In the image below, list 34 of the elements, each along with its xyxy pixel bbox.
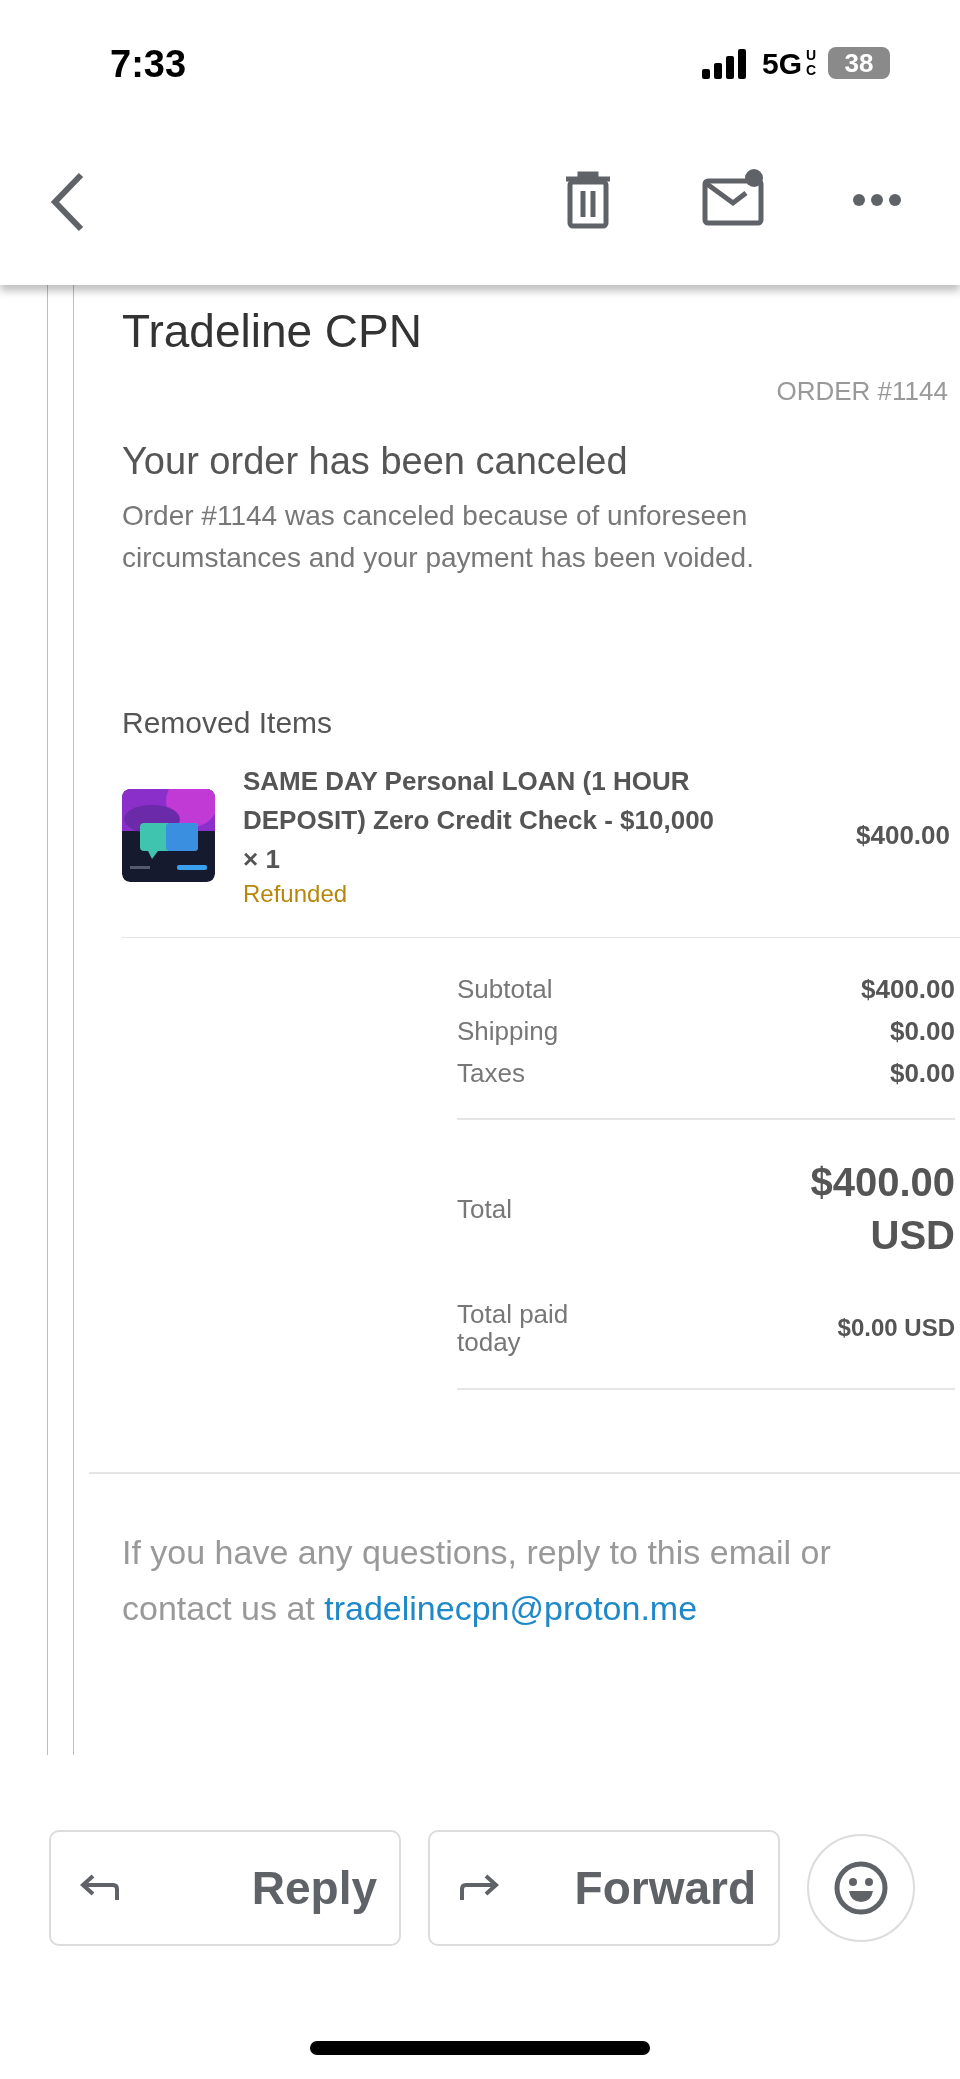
network-suffix: UC <box>806 48 818 78</box>
forward-button[interactable]: Forward <box>428 1830 780 1946</box>
summary-value: $0.00 <box>889 1056 955 1090</box>
mail-unread-icon[interactable] <box>702 169 764 227</box>
summary-label: Taxes <box>457 1056 525 1090</box>
status-time: 7:33 <box>110 42 187 87</box>
reply-button[interactable]: Reply <box>49 1830 401 1946</box>
total-paid-value: $0.00 USD <box>837 1313 955 1343</box>
item-price: $400.00 <box>856 819 950 852</box>
order-number: ORDER #1144 <box>776 375 948 407</box>
summary-value: $400.00 <box>861 972 955 1006</box>
store-name: Tradeline CPN <box>122 304 422 359</box>
forward-icon <box>458 1873 500 1903</box>
item-title: SAME DAY Personal LOAN (1 HOUR DEPOSIT) Zero Credit Check - $10,000 × 1 <box>243 765 716 876</box>
total-amount: $400.00 USD <box>809 1159 955 1259</box>
item-status: Refunded <box>243 879 348 909</box>
removed-items-heading: Removed Items <box>122 705 333 741</box>
email-link[interactable]: tradelinecpn@proton.me <box>324 1589 698 1627</box>
more-icon[interactable] <box>852 193 902 207</box>
cancel-message: Order #1144 was canceled because of unforeseen circumstances and your payment has been voided. <box>122 499 755 575</box>
total-label: Total <box>457 1192 512 1226</box>
battery-icon: 38 <box>828 47 890 79</box>
footer-text: If you have any questions, reply to this email or contact us at tradelinecpn@proton.me <box>122 1532 832 1629</box>
emoji-button[interactable] <box>807 1834 915 1942</box>
smiley-icon <box>833 1860 889 1916</box>
summary-label: Shipping <box>457 1014 559 1048</box>
network-label: 5G <box>762 46 803 82</box>
summary-label: Subtotal <box>457 972 553 1006</box>
total-paid-label: Total paid today <box>457 1300 570 1356</box>
trash-icon[interactable] <box>564 171 612 229</box>
order-heading: Your order has been canceled <box>122 439 628 484</box>
back-icon[interactable] <box>50 172 84 232</box>
summary-value: $0.00 <box>889 1014 955 1048</box>
reply-icon <box>79 1873 121 1903</box>
